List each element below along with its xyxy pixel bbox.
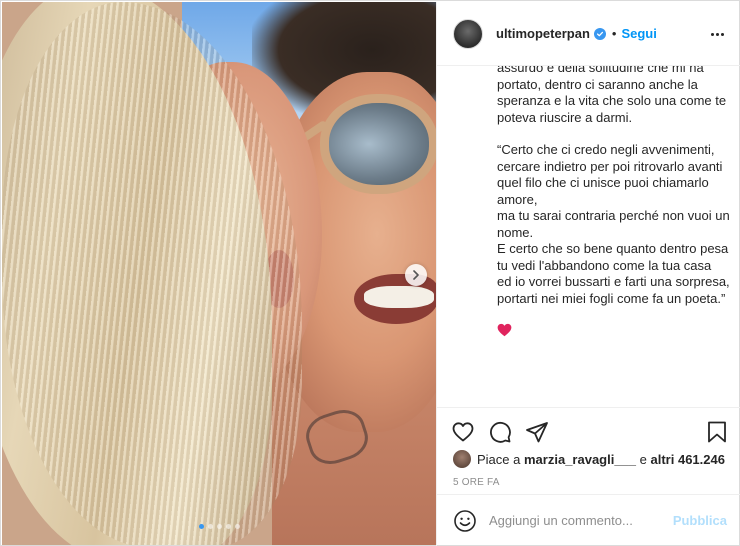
carousel-dot [216, 524, 222, 529]
post-header: ultimopeterpan • Segui [437, 2, 740, 66]
profile-avatar[interactable] [453, 18, 483, 49]
more-options-icon[interactable] [707, 24, 727, 44]
follow-button[interactable]: Segui [621, 26, 656, 41]
post-actions: Piace a marzia_ravagli___ e altri 461.24… [437, 407, 740, 489]
likes-count-link[interactable]: altri 461.246 [651, 452, 725, 467]
save-button[interactable] [705, 420, 729, 444]
post-photo[interactable] [2, 2, 436, 545]
caption-text: assurdo e della solitudine che mi ha por… [497, 66, 737, 342]
carousel-dot [207, 524, 213, 529]
photo-teeth [364, 286, 434, 308]
post-frame: ultimopeterpan • Segui assurdo e della s… [0, 0, 740, 546]
smiley-icon[interactable] [453, 509, 477, 533]
chevron-right-icon [413, 270, 419, 280]
comment-composer: Pubblica [437, 494, 740, 546]
red-heart-emoji [497, 323, 512, 337]
caption-paragraph-2: “Certo che ci credo negli avvenimenti, c… [497, 142, 730, 306]
comment-button[interactable] [488, 420, 512, 444]
photo-sunglasses [320, 94, 436, 194]
caption-scroll-area[interactable]: assurdo e della solitudine che mi ha por… [497, 66, 737, 406]
comment-input[interactable] [489, 513, 669, 528]
carousel-dot [225, 524, 231, 529]
post-timestamp[interactable]: 5 ORE FA [453, 477, 500, 488]
verified-badge-icon [593, 27, 606, 40]
carousel-dot [234, 524, 240, 529]
likes-summary: Piace a marzia_ravagli___ e altri 461.24… [453, 450, 725, 468]
carousel-indicator [2, 524, 436, 529]
liker-avatar[interactable] [453, 450, 471, 468]
bookmark-icon [708, 421, 726, 443]
liker-username-link[interactable]: marzia_ravagli___ [524, 452, 636, 467]
likes-middle: e [639, 451, 647, 467]
comment-bubble-icon [490, 421, 511, 443]
publish-button[interactable]: Pubblica [673, 513, 727, 528]
share-button[interactable] [525, 420, 549, 444]
carousel-dot [198, 524, 204, 529]
heart-outline-icon [452, 422, 474, 442]
likes-prefix: Piace a [477, 451, 521, 467]
paper-plane-icon [526, 422, 548, 443]
header-separator: • [611, 26, 617, 41]
like-button[interactable] [451, 420, 475, 444]
carousel-next-button[interactable] [405, 264, 427, 286]
caption-paragraph-1: assurdo e della solitudine che mi ha por… [497, 66, 727, 125]
post-sidebar: ultimopeterpan • Segui assurdo e della s… [436, 2, 740, 546]
username-link[interactable]: ultimopeterpan [496, 26, 590, 41]
